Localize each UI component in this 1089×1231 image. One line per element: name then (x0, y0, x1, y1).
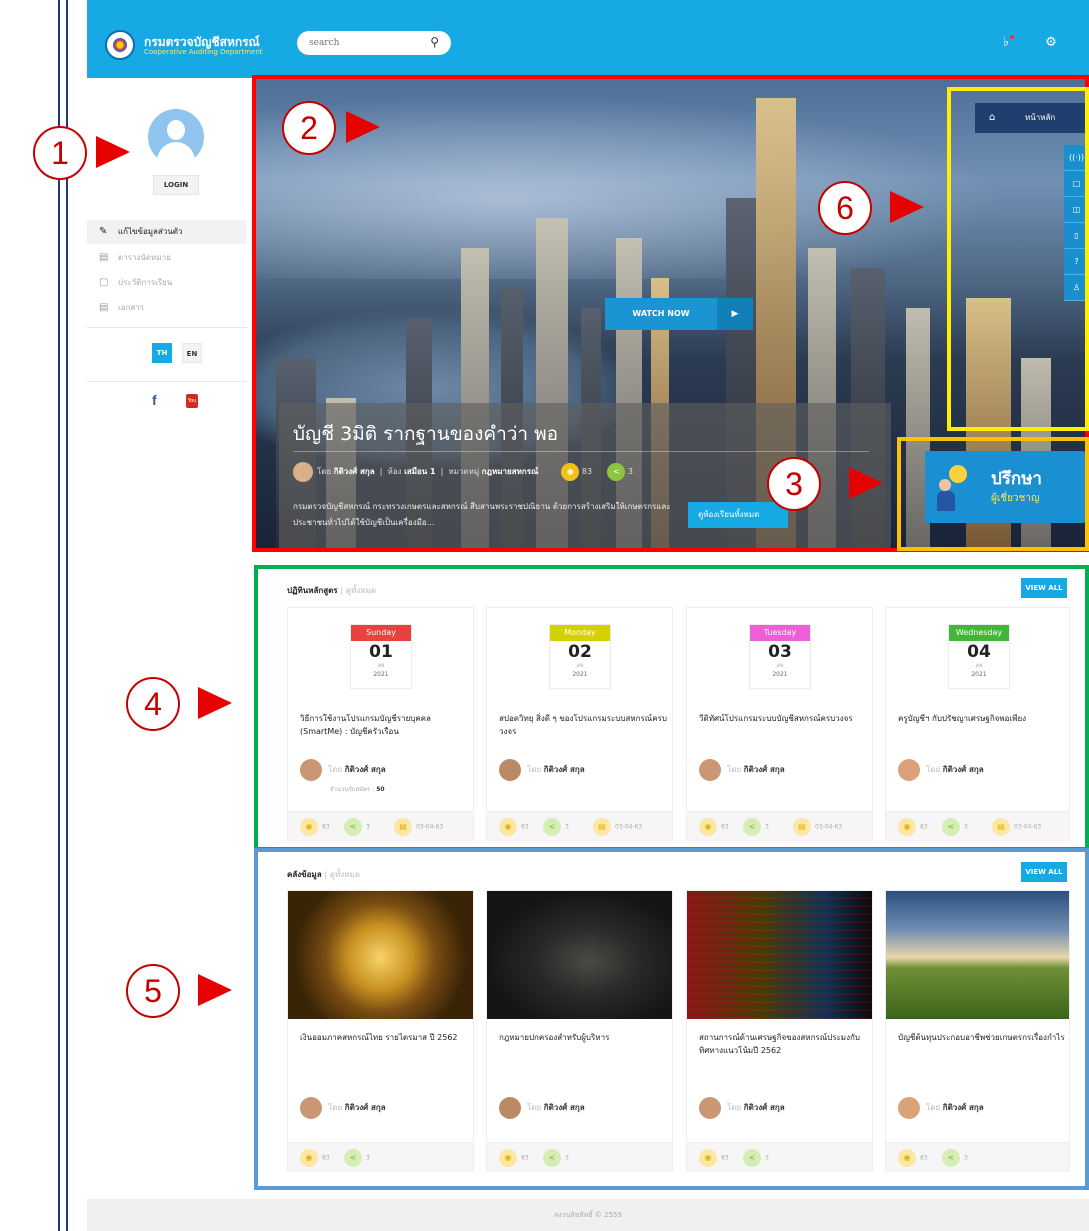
brand-name-en: Cooperative Auditing Department (144, 48, 263, 56)
annotation-arrow-6 (890, 191, 924, 223)
annotation-box-5 (254, 848, 1089, 1190)
annotation-arrow-1 (96, 136, 130, 168)
search-input[interactable] (309, 36, 419, 50)
annotation-badge-3: 3 (767, 457, 821, 511)
department-logo[interactable] (105, 30, 135, 60)
inner-border-line (66, 0, 68, 1231)
annotation-badge-1: 1 (33, 126, 87, 180)
menu-study-history[interactable]: ▢ ประวัติการเรียน (87, 271, 247, 295)
left-border-line (58, 0, 60, 1231)
footer-copyright: สงวนลิขสิทธิ์ © 2559 (87, 1199, 1089, 1231)
menu-documents[interactable]: ▤ เอกสาร (87, 296, 247, 320)
annotation-badge-5: 5 (126, 964, 180, 1018)
annotation-arrow-3 (849, 467, 883, 499)
menu-label: ตารางนัดหมาย (118, 253, 171, 262)
annotation-badge-6: 6 (818, 181, 872, 235)
user-avatar[interactable] (148, 109, 204, 165)
edit-icon: ✎ (99, 226, 108, 237)
login-button[interactable]: LOGIN (153, 175, 199, 195)
menu-edit-profile[interactable]: ✎ แก้ไขข้อมูลส่วนตัว (87, 220, 247, 244)
notification-bell-icon[interactable]: ♭ (998, 35, 1014, 51)
history-icon: ▢ (99, 277, 109, 288)
sidebar-divider (87, 381, 247, 382)
top-header: กรมตรวจบัญชีสหกรณ์ Cooperative Auditing … (87, 0, 1089, 78)
lang-th-button[interactable]: TH (152, 343, 172, 363)
annotation-badge-4: 4 (126, 677, 180, 731)
calendar-icon: ▤ (99, 252, 109, 263)
facebook-icon[interactable]: f (152, 392, 157, 408)
search-icon[interactable]: ⚲ (430, 35, 439, 49)
annotation-box-3 (897, 437, 1089, 551)
menu-schedule[interactable]: ▤ ตารางนัดหมาย (87, 246, 247, 270)
lang-en-button[interactable]: EN (182, 343, 202, 363)
sidebar: LOGIN ✎ แก้ไขข้อมูลส่วนตัว ▤ ตารางนัดหมาย … (87, 78, 247, 1198)
annotation-badge-2: 2 (282, 101, 336, 155)
document-icon: ▤ (99, 302, 109, 313)
sidebar-divider (87, 327, 247, 328)
annotation-arrow-5 (198, 974, 232, 1006)
notification-dot (1010, 35, 1014, 39)
youtube-icon[interactable]: You Tube (186, 394, 198, 418)
menu-label: แก้ไขข้อมูลส่วนตัว (118, 227, 183, 236)
annotation-box-6 (947, 87, 1089, 431)
settings-gear-icon[interactable]: ⚙ (1043, 35, 1059, 51)
menu-label: ประวัติการเรียน (118, 278, 173, 287)
menu-label: เอกสาร (118, 303, 145, 312)
annotation-arrow-4 (198, 687, 232, 719)
search-box: ⚲ (297, 31, 451, 55)
annotation-box-4 (254, 565, 1089, 851)
annotation-arrow-2 (346, 111, 380, 143)
